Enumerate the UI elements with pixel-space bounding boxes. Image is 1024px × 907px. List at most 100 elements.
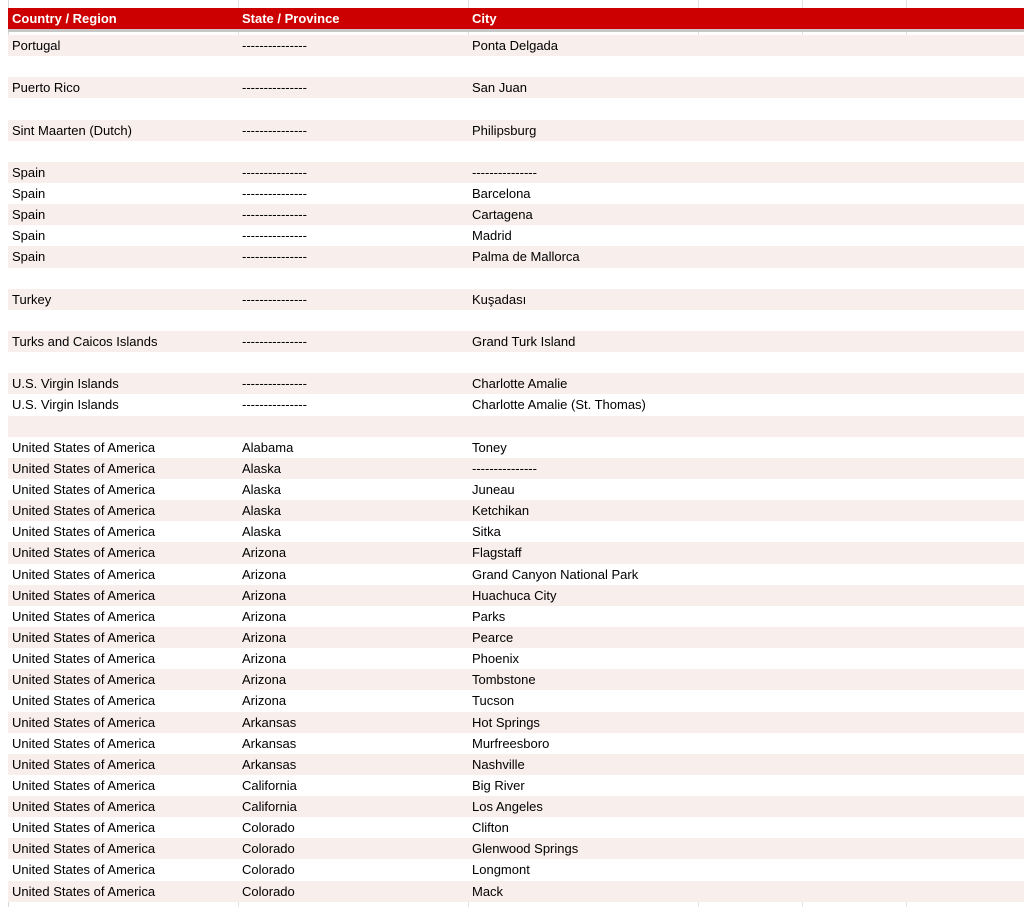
cell-city[interactable]: Charlotte Amalie (St. Thomas): [472, 394, 772, 415]
cell-city[interactable]: ---------------: [472, 458, 772, 479]
cell-country[interactable]: Spain: [12, 225, 234, 246]
cell-city[interactable]: Longmont: [472, 859, 772, 880]
cell-state[interactable]: [242, 56, 464, 77]
cell-state[interactable]: ---------------: [242, 331, 464, 352]
cell-city[interactable]: Clifton: [472, 817, 772, 838]
cell-country[interactable]: United States of America: [12, 500, 234, 521]
cell-country[interactable]: U.S. Virgin Islands: [12, 373, 234, 394]
cell-country[interactable]: United States of America: [12, 838, 234, 859]
cell-country[interactable]: [12, 310, 234, 331]
cell-state[interactable]: ---------------: [242, 120, 464, 141]
cell-city[interactable]: Ponta Delgada: [472, 35, 772, 56]
cell-state[interactable]: Arkansas: [242, 733, 464, 754]
cell-state[interactable]: Arkansas: [242, 754, 464, 775]
cell-city[interactable]: [472, 141, 772, 162]
cell-state[interactable]: Arizona: [242, 690, 464, 711]
cell-city[interactable]: [472, 56, 772, 77]
cell-country[interactable]: United States of America: [12, 564, 234, 585]
cell-country[interactable]: United States of America: [12, 521, 234, 542]
cell-country[interactable]: United States of America: [12, 437, 234, 458]
cell-country[interactable]: United States of America: [12, 859, 234, 880]
cell-state[interactable]: Alaska: [242, 500, 464, 521]
cell-city[interactable]: Flagstaff: [472, 542, 772, 563]
cell-country[interactable]: United States of America: [12, 817, 234, 838]
cell-city[interactable]: Sitka: [472, 521, 772, 542]
cell-city[interactable]: Big River: [472, 775, 772, 796]
header-city[interactable]: City: [472, 8, 772, 29]
cell-city[interactable]: San Juan: [472, 77, 772, 98]
cell-state[interactable]: ---------------: [242, 35, 464, 56]
cell-city[interactable]: [472, 98, 772, 119]
cell-city[interactable]: Pearce: [472, 627, 772, 648]
cell-country[interactable]: United States of America: [12, 458, 234, 479]
cell-city[interactable]: Grand Canyon National Park: [472, 564, 772, 585]
cell-state[interactable]: Colorado: [242, 817, 464, 838]
cell-state[interactable]: Colorado: [242, 859, 464, 880]
cell-country[interactable]: United States of America: [12, 542, 234, 563]
cell-state[interactable]: Alaska: [242, 479, 464, 500]
cell-state[interactable]: California: [242, 775, 464, 796]
cell-state[interactable]: Arizona: [242, 606, 464, 627]
cell-country[interactable]: United States of America: [12, 881, 234, 902]
cell-country[interactable]: United States of America: [12, 690, 234, 711]
cell-country[interactable]: Spain: [12, 204, 234, 225]
cell-city[interactable]: Philipsburg: [472, 120, 772, 141]
cell-city[interactable]: [472, 416, 772, 437]
cell-city[interactable]: Phoenix: [472, 648, 772, 669]
cell-state[interactable]: Arizona: [242, 564, 464, 585]
cell-city[interactable]: ---------------: [472, 162, 772, 183]
cell-state[interactable]: Arizona: [242, 627, 464, 648]
cell-state[interactable]: [242, 98, 464, 119]
cell-country[interactable]: [12, 56, 234, 77]
cell-city[interactable]: Tucson: [472, 690, 772, 711]
cell-state[interactable]: Arizona: [242, 669, 464, 690]
cell-city[interactable]: Kuşadası: [472, 289, 772, 310]
cell-country[interactable]: United States of America: [12, 733, 234, 754]
cell-country[interactable]: Spain: [12, 162, 234, 183]
cell-country[interactable]: [12, 98, 234, 119]
cell-state[interactable]: Arizona: [242, 648, 464, 669]
cell-country[interactable]: United States of America: [12, 585, 234, 606]
cell-state[interactable]: ---------------: [242, 77, 464, 98]
cell-state[interactable]: Alabama: [242, 437, 464, 458]
cell-city[interactable]: Ketchikan: [472, 500, 772, 521]
cell-country[interactable]: United States of America: [12, 669, 234, 690]
cell-country[interactable]: Sint Maarten (Dutch): [12, 120, 234, 141]
cell-state[interactable]: [242, 268, 464, 289]
cell-country[interactable]: United States of America: [12, 627, 234, 648]
cell-country[interactable]: United States of America: [12, 648, 234, 669]
cell-country[interactable]: [12, 416, 234, 437]
cell-city[interactable]: Murfreesboro: [472, 733, 772, 754]
cell-country[interactable]: [12, 141, 234, 162]
cell-country[interactable]: Turkey: [12, 289, 234, 310]
cell-state[interactable]: ---------------: [242, 289, 464, 310]
cell-state[interactable]: Arizona: [242, 542, 464, 563]
cell-state[interactable]: Arkansas: [242, 712, 464, 733]
cell-city[interactable]: Nashville: [472, 754, 772, 775]
cell-country[interactable]: Turks and Caicos Islands: [12, 331, 234, 352]
cell-city[interactable]: Juneau: [472, 479, 772, 500]
cell-country[interactable]: [12, 352, 234, 373]
cell-state[interactable]: [242, 310, 464, 331]
cell-country[interactable]: Spain: [12, 183, 234, 204]
cell-state[interactable]: [242, 352, 464, 373]
cell-city[interactable]: Palma de Mallorca: [472, 246, 772, 267]
cell-state[interactable]: Colorado: [242, 881, 464, 902]
cell-state[interactable]: California: [242, 796, 464, 817]
cell-city[interactable]: Madrid: [472, 225, 772, 246]
cell-city[interactable]: [472, 310, 772, 331]
cell-state[interactable]: Alaska: [242, 521, 464, 542]
cell-country[interactable]: United States of America: [12, 479, 234, 500]
cell-city[interactable]: Barcelona: [472, 183, 772, 204]
cell-state[interactable]: ---------------: [242, 246, 464, 267]
cell-country[interactable]: U.S. Virgin Islands: [12, 394, 234, 415]
cell-city[interactable]: Hot Springs: [472, 712, 772, 733]
cell-city[interactable]: Mack: [472, 881, 772, 902]
cell-city[interactable]: Tombstone: [472, 669, 772, 690]
cell-state[interactable]: Alaska: [242, 458, 464, 479]
cell-state[interactable]: [242, 141, 464, 162]
cell-city[interactable]: Los Angeles: [472, 796, 772, 817]
cell-city[interactable]: [472, 352, 772, 373]
cell-state[interactable]: ---------------: [242, 162, 464, 183]
cell-state[interactable]: Colorado: [242, 838, 464, 859]
